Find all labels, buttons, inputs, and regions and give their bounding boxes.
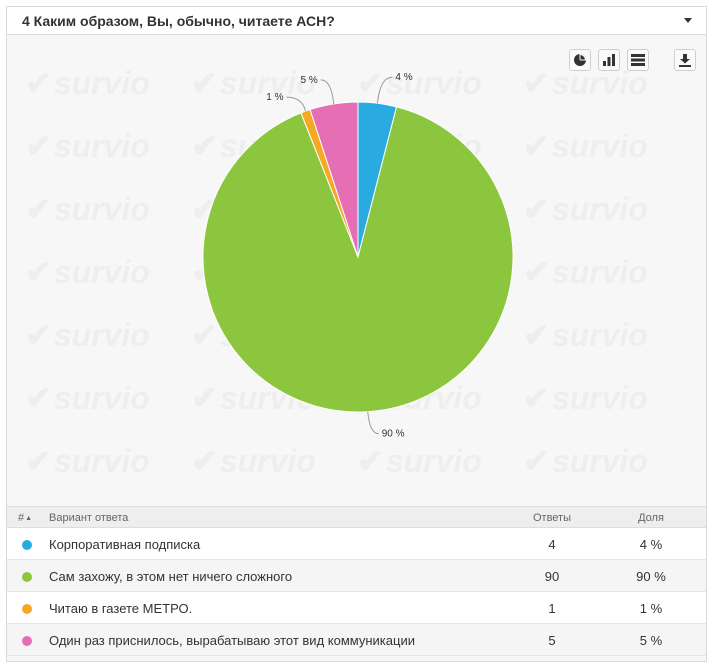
table-row: Один раз приснилось, вырабатываю этот ви… [7,624,706,656]
answer-count: 90 [544,569,560,584]
table-row: Читаю в газете МЕТРО. 1 1 % [7,592,706,624]
legend-dot-orange [22,604,32,614]
answer-share: 5 % [639,633,663,648]
answer-count: 5 [548,633,556,648]
table-row: Сам захожу, в этом нет ничего сложного 9… [7,560,706,592]
pie-chart: 4 % 90 % 1 % 5 % [202,72,514,440]
leader-line-2 [286,96,306,112]
answer-share: 4 % [639,537,663,552]
num-column-header[interactable]: #▲ [18,512,32,524]
question-header[interactable]: 4 Каким образом, Вы, обычно, читаете АСН… [7,7,706,35]
slice-label-2: 1 % [266,92,283,103]
legend-dot-green [22,572,32,582]
leader-line-0 [376,76,393,104]
answer-label: Сам захожу, в этом нет ничего сложного [49,569,293,584]
leader-line-3 [320,79,335,104]
results-table: #▲ Вариант ответа Ответы Доля Корпоратив… [7,506,706,656]
chevron-down-icon[interactable] [684,18,692,23]
legend-dot-pink [22,636,32,646]
table-header: #▲ Вариант ответа Ответы Доля [7,506,706,528]
answer-count: 1 [548,601,556,616]
share-column-header[interactable]: Доля [611,512,691,524]
table-row: Корпоративная подписка 4 4 % [7,528,706,560]
answer-share: 90 % [636,569,666,584]
sort-up-icon: ▲ [25,515,33,522]
answer-column-header[interactable]: Вариант ответа [49,512,128,524]
answer-label: Корпоративная подписка [49,537,201,552]
slice-label-0: 4 % [395,72,412,83]
leader-line-1 [367,411,379,435]
legend-dot-blue [22,540,32,550]
chart-area: ✔survio✔survio✔survio✔survio✔survio✔surv… [7,36,706,506]
question-title: 4 Каким образом, Вы, обычно, читаете АСН… [22,13,335,29]
slice-label-3: 5 % [301,75,318,86]
question-panel: 4 Каким образом, Вы, обычно, читаете АСН… [6,6,707,662]
answer-label: Один раз приснилось, вырабатываю этот ви… [49,633,415,648]
slice-label-1: 90 % [382,429,405,440]
count-column-header[interactable]: Ответы [512,512,592,524]
answer-share: 1 % [639,601,663,616]
answer-count: 4 [548,537,556,552]
answer-label: Читаю в газете МЕТРО. [49,601,193,616]
